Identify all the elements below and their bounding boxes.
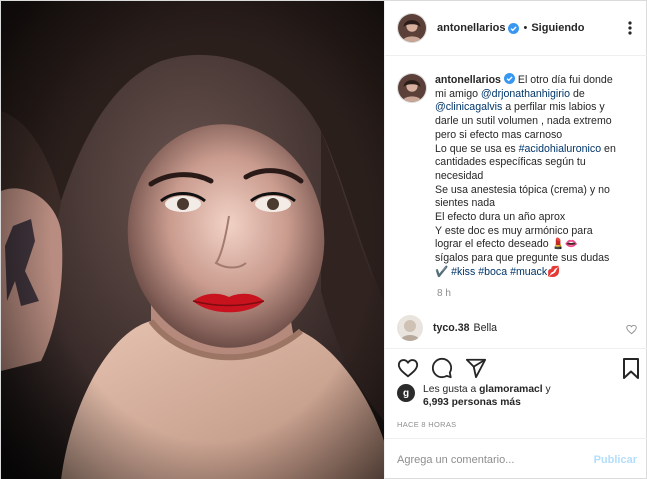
avatar-image — [398, 14, 426, 42]
kiss-emoji: 💋 — [547, 265, 561, 278]
verified-badge-icon — [508, 22, 520, 34]
comment-icon[interactable] — [431, 357, 453, 379]
likes-count[interactable]: 6,993 personas más — [423, 397, 521, 408]
bookmark-icon[interactable] — [621, 357, 641, 379]
post-photo[interactable] — [1, 1, 384, 479]
caption-line: Lo que se usa es #acidohialuronico en — [435, 143, 637, 157]
post-side-panel: antonellarios • Siguiendo antonellarios … — [384, 1, 647, 479]
liker-username[interactable]: glamoramacl — [479, 384, 543, 395]
author-avatar[interactable] — [397, 13, 427, 43]
likes-summary: g Les gusta a glamoramacl y 6,993 person… — [397, 383, 551, 409]
caption-avatar[interactable] — [397, 73, 427, 103]
comment-item: tyco.38 Bella — [397, 315, 637, 341]
header-separator: • — [523, 22, 528, 34]
caption-line: antonellarios El otro día fui donde — [435, 73, 637, 88]
hashtag-link[interactable]: #boca — [478, 266, 507, 278]
likes-text: Les gusta a glamoramacl y 6,993 personas… — [423, 383, 551, 409]
caption-text-segment: mi amigo — [435, 87, 481, 100]
caption-line: sientes nada — [435, 197, 496, 210]
comment-input[interactable] — [397, 453, 587, 466]
add-comment-bar: Publicar — [385, 438, 647, 479]
caption-line: pero si efecto mas carnoso — [435, 128, 563, 141]
instagram-post: antonellarios • Siguiendo antonellarios … — [0, 0, 647, 479]
post-header: antonellarios • Siguiendo — [385, 1, 647, 56]
post-time-ago[interactable]: HACE 8 HORAS — [397, 420, 456, 429]
publish-button[interactable]: Publicar — [594, 454, 637, 466]
caption-line: Se usa anestesia tópica (crema) y no — [435, 183, 610, 196]
avatar-image — [397, 315, 423, 341]
mention-link[interactable]: @clinicagalvis — [435, 101, 502, 113]
caption-line: El efecto dura un año aprox — [435, 211, 566, 224]
caption-username[interactable]: antonellarios — [435, 74, 501, 86]
caption-line: cantidades específicas según tu — [435, 156, 586, 169]
caption-line: mi amigo @drjonathanhigirio de — [435, 88, 637, 102]
more-options-icon[interactable] — [623, 20, 637, 36]
post-actions: g Les gusta a glamoramacl y 6,993 person… — [385, 348, 647, 438]
caption-line: necesidad — [435, 169, 484, 182]
mention-link[interactable]: @drjonathanhigirio — [481, 88, 570, 100]
comment-text: Bella — [473, 322, 498, 334]
commenter-username[interactable]: tyco.38 — [433, 322, 470, 334]
hashtag-link[interactable]: #muack — [510, 266, 547, 278]
caption-row: antonellarios El otro día fui donde mi a… — [397, 73, 637, 280]
caption-text-segment: a perfilar mis labios y — [502, 101, 605, 114]
caption-line: @clinicagalvis a perfilar mis labios y — [435, 101, 637, 115]
hashtag-link[interactable]: #acidohialuronico — [519, 143, 601, 155]
liker-avatar[interactable]: g — [397, 384, 415, 402]
avatar-image — [398, 74, 426, 102]
caption-text-segment: El otro día fui donde — [517, 74, 613, 86]
comment-like-heart-icon[interactable] — [626, 324, 637, 335]
verified-badge-icon — [503, 73, 515, 84]
check-emoji: ✔️ — [435, 265, 452, 278]
likes-prefix: Les gusta a — [423, 384, 480, 395]
caption-text-segment: Lo que se usa es — [435, 142, 519, 155]
caption-line: sígalos para que pregunte sus dudas — [435, 252, 610, 265]
caption-section: antonellarios El otro día fui donde mi a… — [385, 57, 647, 347]
caption-timestamp[interactable]: 8 h — [437, 288, 637, 299]
caption-text-segment: en — [601, 142, 616, 155]
commenter-avatar[interactable] — [397, 315, 423, 341]
caption-text-segment: de — [570, 87, 585, 100]
share-icon[interactable] — [465, 357, 487, 379]
selfie-image — [1, 1, 384, 479]
author-username[interactable]: antonellarios — [437, 22, 505, 34]
caption-text: antonellarios El otro día fui donde mi a… — [435, 73, 637, 280]
likes-mid: y — [542, 384, 551, 395]
heart-icon[interactable] — [397, 357, 419, 379]
caption-line: lograr el efecto deseado 💄👄 — [435, 238, 578, 251]
following-button[interactable]: Siguiendo — [531, 22, 584, 34]
hashtag-link[interactable]: #kiss — [451, 266, 475, 278]
caption-line: ✔️ #kiss #boca #muack💋 — [435, 266, 637, 280]
caption-line: Y este doc es muy armónico para — [435, 224, 593, 237]
caption-line: darle un sutil volumen , nada extremo — [435, 115, 612, 128]
action-icons — [397, 357, 487, 379]
